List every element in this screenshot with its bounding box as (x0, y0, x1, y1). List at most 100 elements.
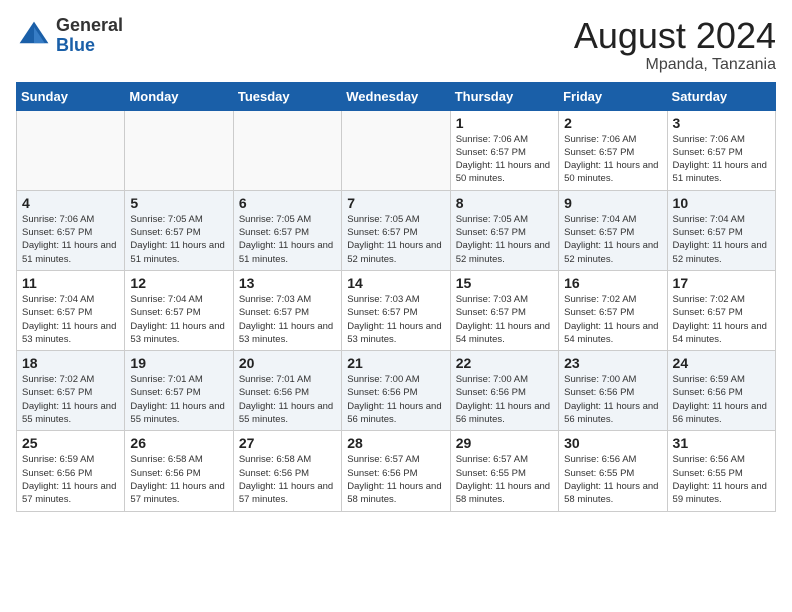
col-header-monday: Monday (125, 82, 233, 110)
day-info: Sunrise: 6:58 AM Sunset: 6:56 PM Dayligh… (239, 453, 336, 506)
day-info: Sunrise: 7:00 AM Sunset: 6:56 PM Dayligh… (456, 373, 553, 426)
day-info: Sunrise: 7:04 AM Sunset: 6:57 PM Dayligh… (130, 293, 227, 346)
day-info: Sunrise: 7:05 AM Sunset: 6:57 PM Dayligh… (130, 213, 227, 266)
calendar-cell: 8 Sunrise: 7:05 AM Sunset: 6:57 PM Daylig… (450, 190, 558, 270)
day-number: 2 (564, 115, 661, 131)
calendar-cell: 2 Sunrise: 7:06 AM Sunset: 6:57 PM Daylig… (559, 110, 667, 190)
day-number: 29 (456, 435, 553, 451)
calendar-cell: 6 Sunrise: 7:05 AM Sunset: 6:57 PM Daylig… (233, 190, 341, 270)
day-number: 13 (239, 275, 336, 291)
calendar-week-row: 25 Sunrise: 6:59 AM Sunset: 6:56 PM Dayli… (17, 431, 776, 511)
location: Mpanda, Tanzania (574, 56, 776, 74)
day-number: 26 (130, 435, 227, 451)
calendar-cell: 9 Sunrise: 7:04 AM Sunset: 6:57 PM Daylig… (559, 190, 667, 270)
calendar-week-row: 1 Sunrise: 7:06 AM Sunset: 6:57 PM Daylig… (17, 110, 776, 190)
day-info: Sunrise: 7:04 AM Sunset: 6:57 PM Dayligh… (22, 293, 119, 346)
day-number: 5 (130, 195, 227, 211)
logo-blue: Blue (56, 35, 95, 55)
calendar-cell: 16 Sunrise: 7:02 AM Sunset: 6:57 PM Dayli… (559, 270, 667, 350)
day-info: Sunrise: 7:02 AM Sunset: 6:57 PM Dayligh… (564, 293, 661, 346)
day-number: 14 (347, 275, 444, 291)
day-number: 23 (564, 355, 661, 371)
calendar-cell: 18 Sunrise: 7:02 AM Sunset: 6:57 PM Dayli… (17, 351, 125, 431)
day-info: Sunrise: 7:06 AM Sunset: 6:57 PM Dayligh… (456, 133, 553, 186)
day-number: 1 (456, 115, 553, 131)
day-info: Sunrise: 6:56 AM Sunset: 6:55 PM Dayligh… (673, 453, 770, 506)
day-number: 8 (456, 195, 553, 211)
day-info: Sunrise: 7:00 AM Sunset: 6:56 PM Dayligh… (347, 373, 444, 426)
day-number: 18 (22, 355, 119, 371)
logo-icon (16, 18, 52, 54)
calendar-cell: 25 Sunrise: 6:59 AM Sunset: 6:56 PM Dayli… (17, 431, 125, 511)
calendar-cell: 5 Sunrise: 7:05 AM Sunset: 6:57 PM Daylig… (125, 190, 233, 270)
logo-text: General Blue (56, 16, 123, 56)
day-info: Sunrise: 7:05 AM Sunset: 6:57 PM Dayligh… (456, 213, 553, 266)
calendar-cell: 23 Sunrise: 7:00 AM Sunset: 6:56 PM Dayli… (559, 351, 667, 431)
day-info: Sunrise: 7:04 AM Sunset: 6:57 PM Dayligh… (564, 213, 661, 266)
day-number: 24 (673, 355, 770, 371)
calendar-cell: 1 Sunrise: 7:06 AM Sunset: 6:57 PM Daylig… (450, 110, 558, 190)
logo-general: General (56, 15, 123, 35)
day-info: Sunrise: 6:57 AM Sunset: 6:56 PM Dayligh… (347, 453, 444, 506)
day-number: 11 (22, 275, 119, 291)
day-info: Sunrise: 7:06 AM Sunset: 6:57 PM Dayligh… (673, 133, 770, 186)
col-header-tuesday: Tuesday (233, 82, 341, 110)
calendar-cell (125, 110, 233, 190)
day-number: 3 (673, 115, 770, 131)
day-info: Sunrise: 7:06 AM Sunset: 6:57 PM Dayligh… (564, 133, 661, 186)
col-header-sunday: Sunday (17, 82, 125, 110)
calendar-cell: 11 Sunrise: 7:04 AM Sunset: 6:57 PM Dayli… (17, 270, 125, 350)
day-number: 20 (239, 355, 336, 371)
day-info: Sunrise: 6:58 AM Sunset: 6:56 PM Dayligh… (130, 453, 227, 506)
day-number: 16 (564, 275, 661, 291)
day-info: Sunrise: 6:59 AM Sunset: 6:56 PM Dayligh… (673, 373, 770, 426)
calendar-cell: 13Sunrise: 7:03 AM Sunset: 6:57 PM Dayli… (233, 270, 341, 350)
calendar-cell (342, 110, 450, 190)
day-number: 21 (347, 355, 444, 371)
calendar-cell: 27Sunrise: 6:58 AM Sunset: 6:56 PM Dayli… (233, 431, 341, 511)
calendar-cell: 30 Sunrise: 6:56 AM Sunset: 6:55 PM Dayli… (559, 431, 667, 511)
calendar-cell: 29 Sunrise: 6:57 AM Sunset: 6:55 PM Dayli… (450, 431, 558, 511)
calendar-cell: 31 Sunrise: 6:56 AM Sunset: 6:55 PM Dayli… (667, 431, 775, 511)
title-block: August 2024 Mpanda, Tanzania (574, 16, 776, 74)
day-number: 9 (564, 195, 661, 211)
col-header-friday: Friday (559, 82, 667, 110)
day-info: Sunrise: 7:00 AM Sunset: 6:56 PM Dayligh… (564, 373, 661, 426)
calendar-cell: 28 Sunrise: 6:57 AM Sunset: 6:56 PM Dayli… (342, 431, 450, 511)
day-info: Sunrise: 7:02 AM Sunset: 6:57 PM Dayligh… (673, 293, 770, 346)
day-number: 31 (673, 435, 770, 451)
day-info: Sunrise: 7:03 AM Sunset: 6:57 PM Dayligh… (456, 293, 553, 346)
logo: General Blue (16, 16, 123, 56)
day-info: Sunrise: 6:59 AM Sunset: 6:56 PM Dayligh… (22, 453, 119, 506)
day-number: 10 (673, 195, 770, 211)
day-info: Sunrise: 7:02 AM Sunset: 6:57 PM Dayligh… (22, 373, 119, 426)
day-number: 17 (673, 275, 770, 291)
day-number: 6 (239, 195, 336, 211)
day-number: 30 (564, 435, 661, 451)
day-info: Sunrise: 7:05 AM Sunset: 6:57 PM Dayligh… (239, 213, 336, 266)
calendar-cell: 10Sunrise: 7:04 AM Sunset: 6:57 PM Dayli… (667, 190, 775, 270)
calendar-cell: 14 Sunrise: 7:03 AM Sunset: 6:57 PM Dayli… (342, 270, 450, 350)
day-number: 28 (347, 435, 444, 451)
day-number: 22 (456, 355, 553, 371)
calendar-cell: 15Sunrise: 7:03 AM Sunset: 6:57 PM Dayli… (450, 270, 558, 350)
day-info: Sunrise: 7:05 AM Sunset: 6:57 PM Dayligh… (347, 213, 444, 266)
calendar-cell: 3 Sunrise: 7:06 AM Sunset: 6:57 PM Daylig… (667, 110, 775, 190)
page-header: General Blue August 2024 Mpanda, Tanzani… (16, 16, 776, 74)
day-info: Sunrise: 7:03 AM Sunset: 6:57 PM Dayligh… (347, 293, 444, 346)
calendar-week-row: 4Sunrise: 7:06 AM Sunset: 6:57 PM Daylig… (17, 190, 776, 270)
calendar-cell: 24 Sunrise: 6:59 AM Sunset: 6:56 PM Dayli… (667, 351, 775, 431)
calendar-cell: 12 Sunrise: 7:04 AM Sunset: 6:57 PM Dayli… (125, 270, 233, 350)
calendar-cell: 4Sunrise: 7:06 AM Sunset: 6:57 PM Daylig… (17, 190, 125, 270)
day-number: 7 (347, 195, 444, 211)
calendar-week-row: 18 Sunrise: 7:02 AM Sunset: 6:57 PM Dayli… (17, 351, 776, 431)
calendar-header-row: SundayMondayTuesdayWednesdayThursdayFrid… (17, 82, 776, 110)
day-number: 12 (130, 275, 227, 291)
calendar-cell: 20 Sunrise: 7:01 AM Sunset: 6:56 PM Dayli… (233, 351, 341, 431)
day-info: Sunrise: 6:56 AM Sunset: 6:55 PM Dayligh… (564, 453, 661, 506)
day-info: Sunrise: 7:01 AM Sunset: 6:56 PM Dayligh… (239, 373, 336, 426)
calendar-cell (17, 110, 125, 190)
day-number: 25 (22, 435, 119, 451)
day-info: Sunrise: 6:57 AM Sunset: 6:55 PM Dayligh… (456, 453, 553, 506)
calendar-cell: 17 Sunrise: 7:02 AM Sunset: 6:57 PM Dayli… (667, 270, 775, 350)
